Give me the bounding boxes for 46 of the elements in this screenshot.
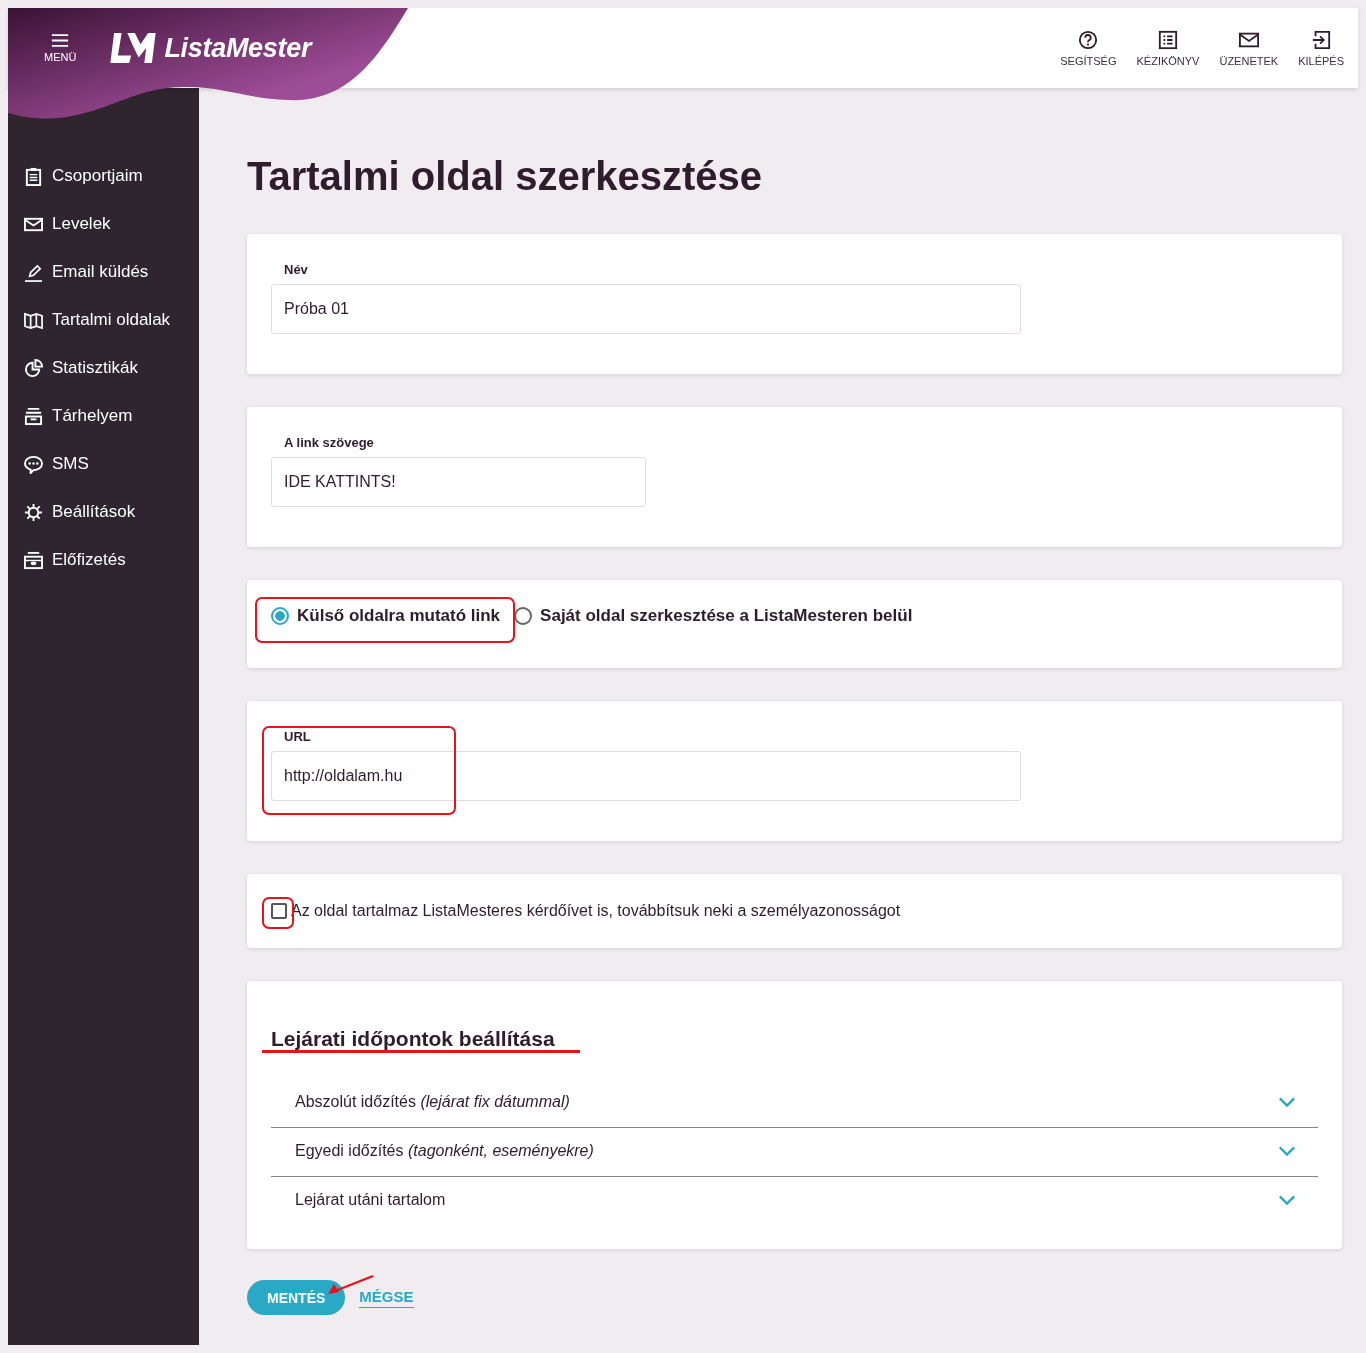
accordion-item[interactable]: Lejárat utáni tartalom [271, 1177, 1318, 1225]
accordion-item[interactable]: Egyedi időzítés (tagonként, eseményekre) [271, 1128, 1318, 1177]
field-label: A link szövege [284, 435, 375, 450]
cash-register-icon [24, 550, 43, 570]
url-field[interactable]: http://oldalam.hu [271, 751, 1021, 801]
field-label: URL [284, 729, 312, 744]
header-action-button[interactable]: KÉZIKÖNYV [1134, 29, 1202, 67]
menu-button[interactable]: MENÜ [44, 33, 77, 63]
sidebar-item[interactable]: Statisztikák [8, 344, 199, 392]
clipboard-icon [24, 166, 43, 186]
radio-button[interactable] [271, 607, 289, 625]
sidebar-item[interactable]: Csoportjaim [8, 152, 199, 200]
section-title: Lejárati időpontok beállítása [271, 1027, 556, 1051]
link-text-field[interactable]: IDE KATTINTS! [271, 457, 646, 507]
book-icon [24, 310, 43, 330]
sidebar-item[interactable]: Tárhelyem [8, 392, 199, 440]
drawer-icon [24, 406, 43, 426]
radio-label: Külső oldalra mutató link [297, 606, 501, 626]
field-label: Név [284, 262, 309, 277]
accordion-item[interactable]: Abszolút időzítés (lejárat fix dátummal) [271, 1079, 1318, 1128]
list-icon [1157, 29, 1178, 50]
help-icon [1078, 29, 1099, 50]
name-field[interactable]: Próba 01 [271, 284, 1021, 334]
logout-icon [1311, 29, 1332, 50]
pie-chart-icon [24, 358, 43, 378]
gear-icon [24, 502, 43, 522]
sidebar-item[interactable]: Tartalmi oldalak [8, 296, 199, 344]
header-action-button[interactable]: ÜZENETEK [1217, 29, 1281, 67]
sidebar-item[interactable]: Email küldés [8, 248, 199, 296]
checkbox[interactable] [271, 903, 287, 919]
sidebar-item[interactable]: Beállítások [8, 488, 199, 536]
sidebar-item[interactable]: SMS [8, 440, 199, 488]
menu-icon [51, 33, 70, 47]
chat-bubble-icon [24, 454, 43, 474]
page-title: Tartalmi oldal szerkesztése [247, 153, 764, 200]
header-action-button[interactable]: KILÉPÉS [1296, 29, 1346, 67]
logo-icon [110, 31, 157, 65]
pencil-icon [24, 262, 43, 282]
sidebar-item[interactable]: Levelek [8, 200, 199, 248]
radio-label: Saját oldal szerkesztése a ListaMesteren belül [540, 606, 913, 626]
chevron-icon [1278, 1194, 1296, 1206]
header-action-button[interactable]: SEGÍTSÉG [1058, 29, 1119, 67]
logo-text: ListaMester [164, 32, 312, 64]
chevron-icon [1278, 1145, 1296, 1157]
sidebar-item[interactable]: Előfizetés [8, 536, 199, 584]
chevron-icon [1278, 1096, 1296, 1108]
